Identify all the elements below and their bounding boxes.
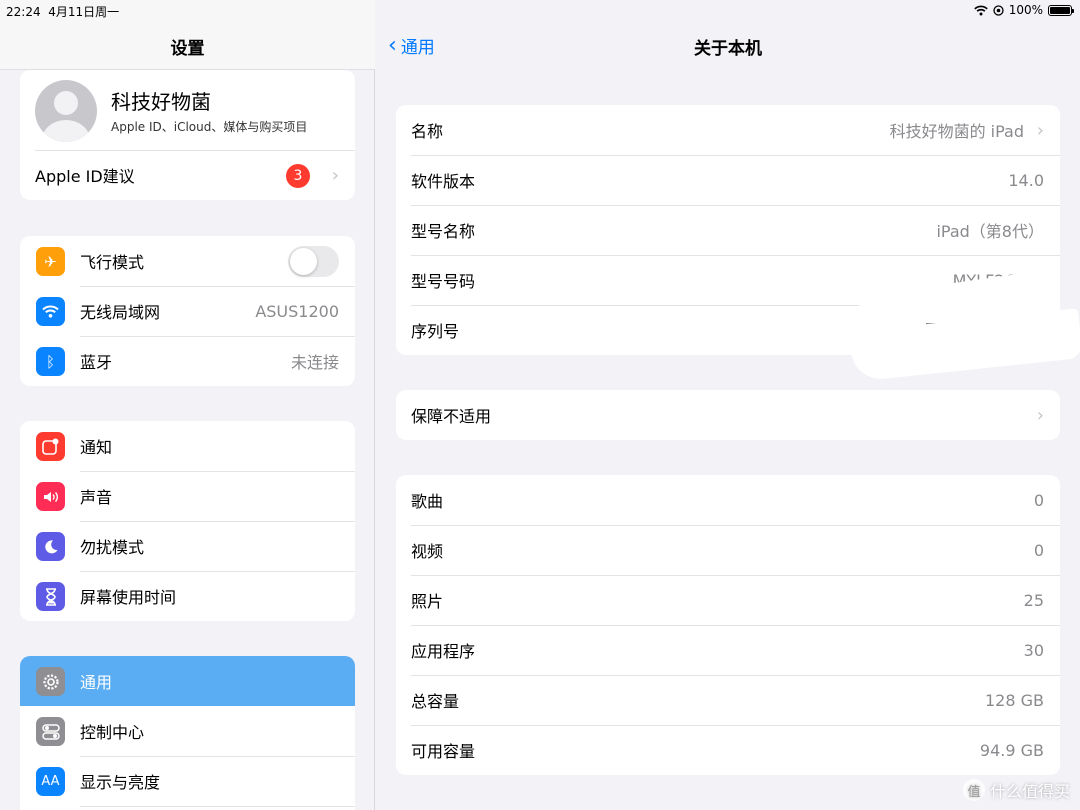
- sidebar-item-bluetooth[interactable]: ᛒ 蓝牙 未连接: [20, 336, 355, 386]
- sidebar-item-notifications[interactable]: 通知: [20, 421, 355, 471]
- stat-row-capacity[interactable]: 总容量 128 GB: [396, 675, 1060, 725]
- control-center-icon: [36, 717, 65, 746]
- stat-label: 照片: [411, 592, 444, 611]
- airplane-mode-toggle[interactable]: [288, 246, 339, 277]
- avatar: [35, 80, 97, 142]
- wifi-network-value: ASUS1200: [255, 301, 339, 321]
- airplane-icon: ✈: [36, 247, 65, 276]
- watermark-logo-icon: 值: [962, 779, 985, 801]
- notification-badge: 3: [286, 164, 310, 188]
- stat-value: 0: [1033, 490, 1044, 510]
- status-right: 100%: [973, 3, 1074, 17]
- stat-value: 25: [1023, 590, 1044, 610]
- stat-row-songs[interactable]: 歌曲 0: [396, 475, 1060, 525]
- info-label: 型号号码: [411, 272, 476, 291]
- apple-id-suggestions-row[interactable]: Apple ID建议 3 ›: [20, 150, 355, 200]
- hourglass-icon: [36, 582, 65, 611]
- stat-value: 30: [1023, 640, 1044, 660]
- info-value: 14.0: [1008, 170, 1044, 190]
- profile-subtitle: Apple ID、iCloud、媒体与购买项目: [111, 120, 308, 134]
- detail-pane: ‹ 通用 关于本机 名称 科技好物菌的 iPad › 软件版本 14.0 型号名…: [376, 0, 1080, 810]
- sidebar-item-label: 无线局域网: [80, 303, 161, 322]
- profile-name: 科技好物菌: [111, 90, 211, 114]
- connectivity-group: ✈ 飞行模式 无线局域网 ASUS1200 ᛒ 蓝牙 未连接: [20, 236, 355, 386]
- location-icon: [993, 4, 1004, 16]
- bluetooth-icon: ᛒ: [36, 347, 65, 376]
- sidebar-item-do-not-disturb[interactable]: 勿扰模式: [20, 521, 355, 571]
- sidebar-item-general[interactable]: 通用: [20, 656, 355, 706]
- sidebar-item-label: 飞行模式: [80, 253, 145, 272]
- status-bar: 22:24 4月11日周一 100%: [0, 0, 1080, 22]
- stat-row-available[interactable]: 可用容量 94.9 GB: [396, 725, 1060, 775]
- watermark-text: 什么值得买: [989, 782, 1070, 801]
- info-value: iPad（第8代）: [936, 222, 1044, 241]
- profile-group: 科技好物菌 Apple ID、iCloud、媒体与购买项目 Apple ID建议…: [20, 70, 355, 200]
- display-icon: AA: [36, 767, 65, 796]
- stat-label: 可用容量: [411, 742, 476, 761]
- sidebar-item-label: 显示与亮度: [80, 773, 161, 792]
- warranty-group: 保障不适用 ›: [396, 390, 1060, 440]
- sidebar-item-label: 声音: [80, 488, 113, 507]
- stat-value: 128 GB: [985, 690, 1044, 710]
- apple-id-suggestions-label: Apple ID建议: [35, 167, 135, 186]
- battery-percent: 100%: [1008, 3, 1043, 17]
- chevron-right-icon: ›: [1036, 404, 1044, 426]
- info-label: 名称: [411, 122, 444, 141]
- media-stats-group: 歌曲 0 视频 0 照片 25 应用程序 30 总容量 128 GB 可用容量 …: [396, 475, 1060, 775]
- chevron-right-icon: ›: [1036, 119, 1044, 141]
- sidebar-item-control-center[interactable]: 控制中心: [20, 706, 355, 756]
- stat-label: 歌曲: [411, 492, 444, 511]
- notifications-group: 通知 声音 勿扰模式 屏幕使用时间: [20, 421, 355, 621]
- stat-row-applications[interactable]: 应用程序 30: [396, 625, 1060, 675]
- sidebar: 设置 科技好物菌 Apple ID、iCloud、媒体与购买项目 Apple I…: [0, 0, 375, 810]
- device-info-group: 名称 科技好物菌的 iPad › 软件版本 14.0 型号名称 iPad（第8代…: [396, 105, 1060, 355]
- stat-value: 0: [1033, 540, 1044, 560]
- sidebar-item-screen-time[interactable]: 屏幕使用时间: [20, 571, 355, 621]
- general-group: 通用 控制中心 AA 显示与亮度: [20, 656, 355, 810]
- sidebar-item-wifi[interactable]: 无线局域网 ASUS1200: [20, 286, 355, 336]
- stat-label: 视频: [411, 542, 444, 561]
- stat-row-videos[interactable]: 视频 0: [396, 525, 1060, 575]
- info-label: 型号名称: [411, 222, 476, 241]
- sidebar-item-label: 勿扰模式: [80, 538, 145, 557]
- sidebar-item-airplane-mode[interactable]: ✈ 飞行模式: [20, 236, 355, 286]
- moon-icon: [36, 532, 65, 561]
- wifi-signal-icon: [973, 5, 988, 16]
- bluetooth-status-value: 未连接: [290, 353, 339, 372]
- info-row-model-name[interactable]: 型号名称 iPad（第8代）: [396, 205, 1060, 255]
- sidebar-item-label: 蓝牙: [80, 353, 113, 372]
- sidebar-item-label: 通用: [80, 673, 113, 692]
- gear-icon: [36, 667, 65, 696]
- info-label: 序列号: [411, 322, 460, 341]
- stat-label: 应用程序: [411, 642, 476, 661]
- info-row-software-version[interactable]: 软件版本 14.0: [396, 155, 1060, 205]
- warranty-row[interactable]: 保障不适用 ›: [396, 390, 1060, 440]
- stat-label: 总容量: [411, 692, 460, 711]
- profile-row[interactable]: 科技好物菌 Apple ID、iCloud、媒体与购买项目: [20, 70, 355, 150]
- info-label: 软件版本: [411, 172, 476, 191]
- sidebar-item-sounds[interactable]: 声音: [20, 471, 355, 521]
- stat-row-photos[interactable]: 照片 25: [396, 575, 1060, 625]
- sound-icon: [36, 482, 65, 511]
- notification-icon: [36, 432, 65, 461]
- stat-value: 94.9 GB: [979, 740, 1044, 760]
- warranty-label: 保障不适用: [411, 407, 492, 426]
- sidebar-item-label: 控制中心: [80, 723, 145, 742]
- info-row-name[interactable]: 名称 科技好物菌的 iPad ›: [396, 105, 1060, 155]
- chevron-right-icon: ›: [331, 164, 339, 186]
- sidebar-item-display-brightness[interactable]: AA 显示与亮度: [20, 756, 355, 806]
- battery-icon: [1048, 4, 1074, 16]
- status-time: 22:24 4月11日周一: [6, 5, 120, 19]
- sidebar-item-label: 屏幕使用时间: [80, 588, 177, 607]
- watermark: 值 什么值得买: [962, 778, 1070, 802]
- page-title: 关于本机: [694, 39, 762, 59]
- info-value: 科技好物菌的 iPad: [889, 122, 1024, 141]
- sidebar-title: 设置: [170, 39, 205, 59]
- wifi-icon: [36, 297, 65, 326]
- sidebar-item-label: 通知: [80, 438, 113, 457]
